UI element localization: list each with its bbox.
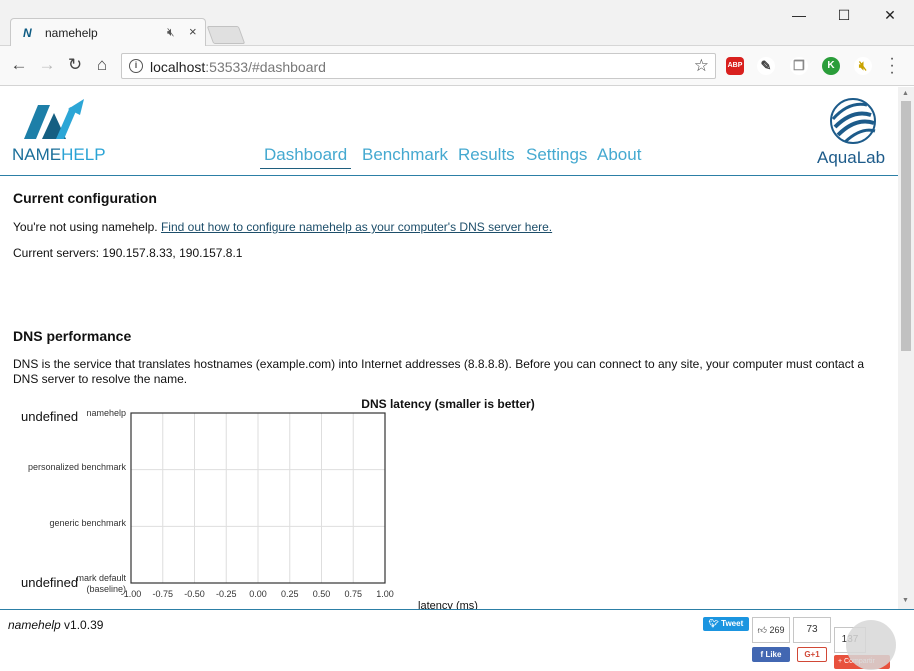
close-window-button[interactable]: ✕ [867, 4, 913, 28]
aqualab-label: AquaLab [817, 148, 886, 167]
namehelp-favicon-icon: N [23, 26, 32, 40]
chart-title: DNS latency (smaller is better) [361, 397, 534, 411]
nav-settings[interactable]: Settings [526, 145, 587, 165]
new-tab-button[interactable] [206, 26, 246, 44]
config-status: You're not using namehelp. Find out how … [13, 220, 553, 234]
bookmark-star-icon[interactable]: ☆ [694, 56, 709, 76]
facebook-like-button[interactable]: f Like [752, 647, 790, 662]
aqualab-globe-icon [830, 98, 876, 144]
chart-x-tick-label: 0.25 [281, 589, 299, 599]
extension-icon-5[interactable]: 🔇︎ [854, 57, 872, 75]
gplus-count: 73 [793, 617, 831, 643]
extension-icon-4[interactable]: K [822, 57, 840, 75]
home-icon[interactable]: ⌂ [91, 54, 113, 76]
current-servers: Current servers: 190.157.8.33, 190.157.8… [13, 246, 243, 260]
tab-muted-icon[interactable]: 🔇︎ [167, 25, 175, 40]
url-text[interactable]: localhost:53533/#dashboard [150, 59, 326, 75]
namehelp-logo-icon [24, 99, 84, 139]
app-version: namehelp v1.0.39 [8, 618, 104, 632]
tab-title: namehelp [45, 26, 98, 40]
chart-x-tick-label: -0.50 [184, 589, 205, 599]
forward-arrow-icon[interactable]: → [36, 54, 58, 76]
maximize-button[interactable]: ☐ [821, 4, 867, 28]
chart-x-tick-label: -0.25 [216, 589, 237, 599]
scroll-up-icon[interactable]: ▲ [902, 90, 909, 97]
tweet-button[interactable]: 🐦︎ Tweet [703, 617, 749, 631]
tab-close-icon[interactable]: × [189, 24, 197, 39]
page-viewport: NAMEHELP Dashboard Benchmark Results Set… [0, 87, 898, 609]
namehelp-logo[interactable]: NAMEHELP [12, 99, 106, 169]
nav-benchmark[interactable]: Benchmark [362, 145, 448, 165]
nav-results[interactable]: Results [458, 145, 515, 165]
chart-category-label: (baseline) [86, 584, 126, 594]
browser-toolbar: ← → ↻ ⌂ i localhost:53533/#dashboard ☆ A… [0, 46, 914, 86]
watermark-badge [846, 620, 896, 670]
extension-icon-2[interactable]: ✎ [757, 57, 775, 75]
logo-text: NAMEHELP [12, 145, 106, 164]
configure-dns-link[interactable]: Find out how to configure namehelp as yo… [161, 220, 552, 234]
chart-value-label: undefined [21, 575, 78, 590]
minimize-button[interactable]: — [776, 4, 822, 28]
like-count: 👍︎ 269 [752, 617, 790, 643]
extension-icon-3[interactable]: ❐ [790, 57, 808, 75]
nav-dashboard[interactable]: Dashboard [260, 145, 352, 169]
browser-tab[interactable]: N namehelp 🔇︎ × [10, 18, 206, 46]
chart-category-label: personalized benchmark [28, 462, 127, 472]
chart-x-axis-label: latency (ms) [418, 600, 478, 609]
back-arrow-icon[interactable]: ← [8, 54, 30, 76]
dns-heading: DNS performance [13, 328, 132, 344]
gplus-button[interactable]: G+1 [797, 647, 827, 662]
title-bar: N namehelp 🔇︎ × — ☐ ✕ [0, 0, 914, 46]
site-header: NAMEHELP Dashboard Benchmark Results Set… [0, 87, 898, 176]
chart-category-label: mark default [76, 573, 126, 583]
chart-value-label: undefined [21, 409, 78, 424]
chart-x-tick-label: 0.75 [344, 589, 362, 599]
scrollbar-thumb[interactable] [901, 101, 911, 351]
page-footer: namehelp v1.0.39 🐦︎ Tweet 👍︎ 269 f Like … [0, 609, 914, 671]
adblock-icon[interactable]: ABP [726, 57, 744, 75]
page-scrollbar[interactable]: ▲ ▼ [898, 87, 914, 609]
scroll-down-icon[interactable]: ▼ [902, 597, 909, 604]
browser-menu-icon[interactable]: · · · [886, 51, 898, 81]
address-bar[interactable]: i localhost:53533/#dashboard ☆ [121, 53, 716, 79]
config-heading: Current configuration [13, 190, 157, 206]
reload-icon[interactable]: ↻ [64, 54, 86, 76]
chart-category-label: generic benchmark [49, 518, 126, 528]
dns-description: DNS is the service that translates hostn… [13, 357, 865, 386]
chart-x-tick-label: 0.50 [313, 589, 331, 599]
chart-x-tick-label: 1.00 [376, 589, 394, 599]
chart-x-tick-label: 0.00 [249, 589, 267, 599]
aqualab-logo[interactable]: AquaLab [816, 97, 890, 173]
chart-category-label: namehelp [86, 408, 126, 418]
chart-x-tick-label: -0.75 [152, 589, 173, 599]
site-info-icon[interactable]: i [129, 59, 143, 73]
nav-about[interactable]: About [597, 145, 641, 165]
